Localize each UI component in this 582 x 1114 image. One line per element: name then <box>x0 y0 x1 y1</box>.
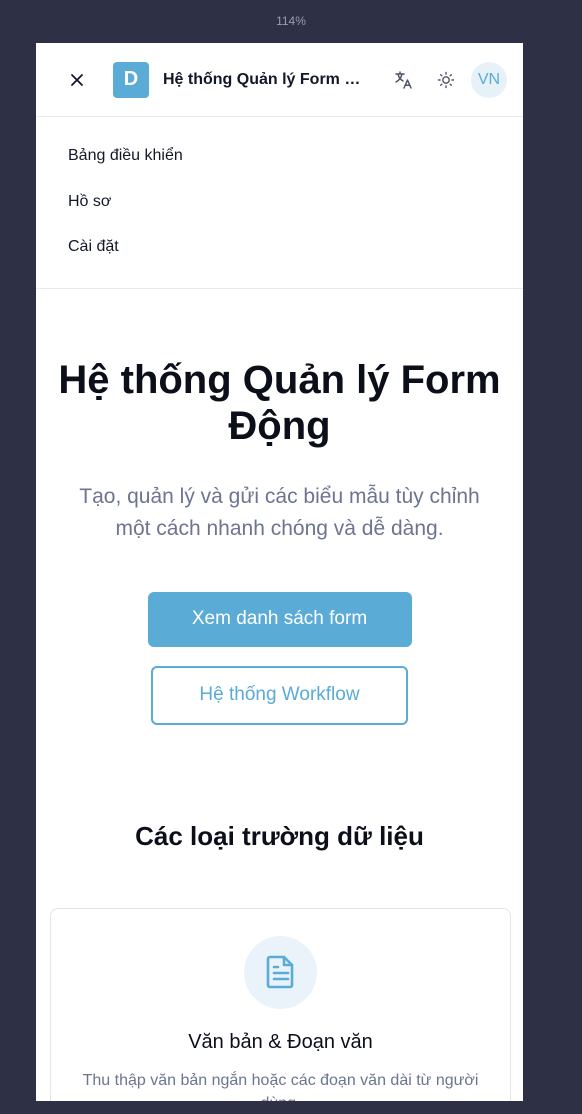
workflow-button[interactable]: Hệ thống Workflow <box>151 665 408 725</box>
card-icon-wrapper <box>244 935 317 1009</box>
nav-item-profile[interactable]: Hồ sơ <box>68 183 491 229</box>
mobile-nav-menu: Bảng điều khiển Hồ sơ Cài đặt <box>36 117 523 289</box>
translate-icon <box>395 70 412 89</box>
section-title: Các loại trường dữ liệu <box>135 820 424 851</box>
close-icon <box>71 73 83 86</box>
app-header: D Hệ thống Quản lý Form Động VN <box>36 43 523 117</box>
header-actions: VN <box>387 61 507 98</box>
field-type-card: Văn bản & Đoạn văn Thu thập văn bản ngắn… <box>50 907 511 1102</box>
app-title[interactable]: Hệ thống Quản lý Form Động <box>163 71 363 89</box>
zoom-level: 114% <box>276 14 306 28</box>
theme-toggle-button[interactable] <box>429 63 463 97</box>
language-button[interactable] <box>387 63 421 97</box>
nav-item-settings[interactable]: Cài đặt <box>68 228 491 274</box>
card-description: Thu thập văn bản ngắn hoặc các đoạn văn … <box>82 1071 479 1102</box>
app-logo[interactable]: D <box>113 61 149 98</box>
hero-title: Hệ thống Quản lý Form Động <box>58 357 501 448</box>
sun-icon <box>437 71 455 88</box>
hero-section: Hệ thống Quản lý Form Động Tạo, quản lý … <box>36 357 523 725</box>
user-avatar[interactable]: VN <box>471 61 507 98</box>
nav-item-dashboard[interactable]: Bảng điều khiển <box>68 137 491 183</box>
hero-subtitle: Tạo, quản lý và gửi các biểu mẫu tùy chỉ… <box>79 484 480 540</box>
app-window: D Hệ thống Quản lý Form Động VN Bảng điề… <box>36 43 523 1101</box>
view-forms-button[interactable]: Xem danh sách form <box>147 591 412 647</box>
field-types-section: Các loại trường dữ liệu Văn bản & Đoạn v… <box>36 820 523 1102</box>
document-icon <box>266 955 293 989</box>
card-title: Văn bản & Đoạn văn <box>188 1030 373 1053</box>
close-menu-button[interactable] <box>60 63 94 97</box>
